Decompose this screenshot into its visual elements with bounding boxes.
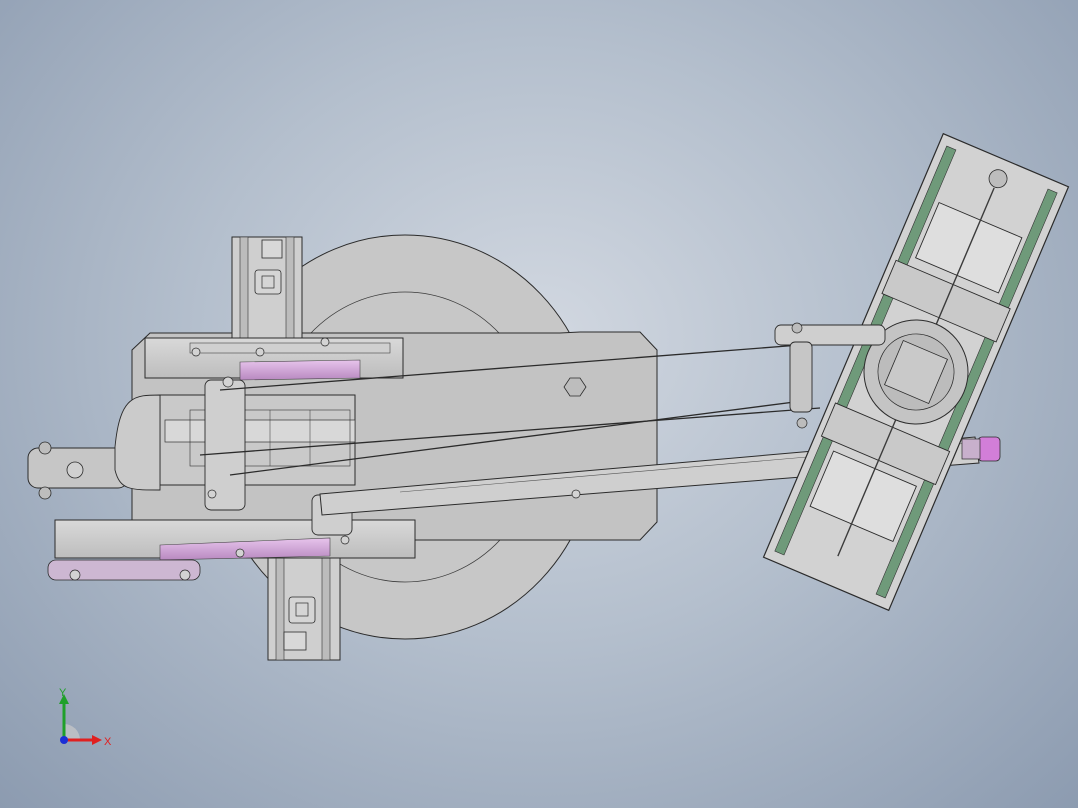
arm-end-cap (961, 436, 1001, 462)
x-axis-label: X (104, 736, 112, 748)
upper-linear-rail (231, 236, 303, 351)
cad-viewport[interactable]: Y X (0, 0, 1078, 808)
left-gripper-link (27, 394, 161, 500)
coordinate-triad: Y X (44, 684, 124, 754)
upper-carriage-bar (144, 337, 404, 381)
assembly-drawing (27, 132, 1070, 661)
y-axis-label: Y (59, 687, 67, 699)
axis-triad-icon: Y X (59, 687, 112, 748)
